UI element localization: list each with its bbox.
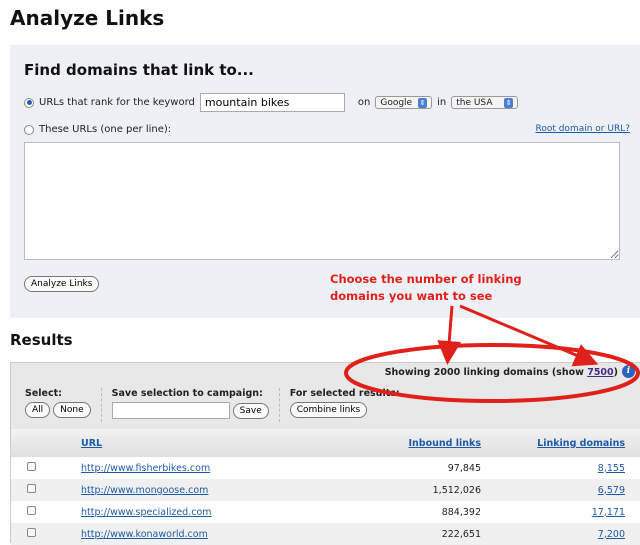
highlight-oval — [344, 343, 640, 403]
annotation-overlay — [344, 304, 640, 403]
arrow-to-count — [437, 305, 462, 365]
arrow-to-7500 — [459, 304, 599, 367]
